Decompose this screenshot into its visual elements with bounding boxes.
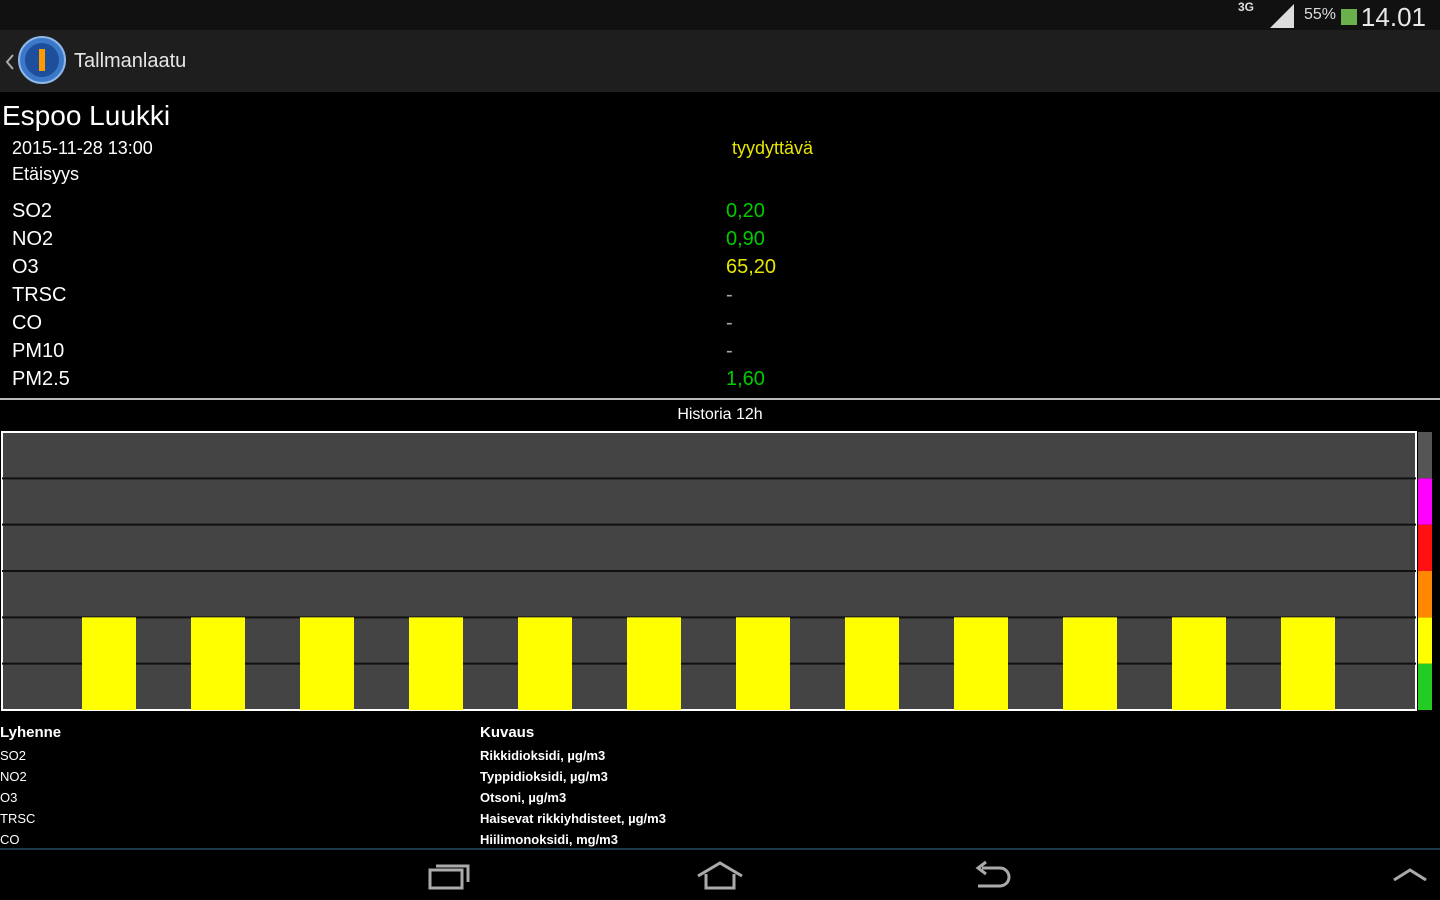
measurement-value: - bbox=[726, 312, 733, 334]
history-chart bbox=[1, 431, 1432, 711]
chart-bar bbox=[954, 617, 1008, 710]
chart-bar bbox=[736, 617, 790, 710]
chart-bar bbox=[1063, 617, 1117, 710]
legend-header-abbr: Lyhenne bbox=[0, 724, 62, 741]
legend-row: NO2 Typpidioksidi, µg/m3 bbox=[0, 769, 1440, 789]
legend-abbr: NO2 bbox=[0, 769, 27, 784]
chart-bar bbox=[845, 617, 899, 710]
measurement-value: 0,20 bbox=[726, 200, 765, 222]
scale-segment bbox=[1418, 524, 1432, 571]
measurement-row: PM2.5 1,60 bbox=[0, 368, 1440, 396]
legend-desc: Otsoni, µg/m3 bbox=[480, 790, 567, 805]
legend-abbr: O3 bbox=[0, 790, 18, 805]
info-icon[interactable] bbox=[18, 36, 66, 84]
chart-bar bbox=[1172, 617, 1226, 710]
up-chevron-icon[interactable] bbox=[4, 50, 16, 74]
measurement-row: NO2 0,90 bbox=[0, 228, 1440, 256]
chart-bar bbox=[300, 617, 354, 710]
measurement-label: SO2 bbox=[12, 200, 53, 222]
signal-icon bbox=[1270, 4, 1294, 28]
scale-segment bbox=[1418, 432, 1432, 479]
measurement-row: CO - bbox=[0, 312, 1440, 340]
measurement-row: TRSC - bbox=[0, 284, 1440, 312]
measurement-label: NO2 bbox=[12, 228, 54, 250]
measurement-value: 1,60 bbox=[726, 368, 765, 390]
measurement-label: CO bbox=[12, 312, 42, 334]
quality-label: tyydyttävä bbox=[732, 138, 814, 158]
measurement-value: - bbox=[726, 340, 733, 362]
history-title: Historia 12h bbox=[677, 406, 763, 423]
recent-apps-icon[interactable] bbox=[428, 860, 472, 892]
legend-row: SO2 Rikkidioksidi, µg/m3 bbox=[0, 748, 1440, 768]
nav-bar bbox=[0, 848, 1440, 900]
measurement-label: TRSC bbox=[12, 284, 67, 306]
legend-abbr: SO2 bbox=[0, 748, 27, 763]
distance-row: Etäisyys bbox=[0, 164, 1440, 192]
scale-segment bbox=[1418, 663, 1432, 710]
home-icon[interactable] bbox=[694, 860, 746, 892]
measurement-value: 65,20 bbox=[726, 256, 777, 278]
timestamp: 2015-11-28 13:00 bbox=[12, 138, 153, 158]
measurement-label: PM2.5 bbox=[12, 368, 70, 390]
legend-desc: Typpidioksidi, µg/m3 bbox=[480, 769, 608, 784]
app-title: Tallmanlaatu bbox=[74, 50, 187, 72]
legend-abbr: CO bbox=[0, 832, 20, 847]
legend-abbr: TRSC bbox=[0, 811, 36, 826]
legend-row: TRSC Haisevat rikkiyhdisteet, µg/m3 bbox=[0, 811, 1440, 831]
divider bbox=[0, 398, 1440, 400]
timestamp-row: 2015-11-28 13:00 tyydyttävä bbox=[0, 138, 1440, 166]
chart-bar bbox=[1281, 617, 1335, 710]
network-type: 3G bbox=[1237, 0, 1254, 14]
chart-bar bbox=[82, 617, 136, 710]
legend-desc: Rikkidioksidi, µg/m3 bbox=[480, 748, 606, 763]
scale-segment bbox=[1418, 617, 1432, 664]
status-bar: 3G 55% 14.01 bbox=[0, 0, 1440, 32]
chart-bar bbox=[518, 617, 572, 710]
measurement-label: PM10 bbox=[12, 340, 65, 362]
measurement-row: SO2 0,20 bbox=[0, 200, 1440, 228]
distance-label: Etäisyys bbox=[12, 164, 80, 184]
chart-bar bbox=[191, 617, 245, 710]
station-content: Espoo Luukki 2015-11-28 13:00 tyydyttävä… bbox=[0, 92, 1440, 848]
measurement-row: PM10 - bbox=[0, 340, 1440, 368]
legend-row: O3 Otsoni, µg/m3 bbox=[0, 790, 1440, 810]
chevron-up-icon[interactable] bbox=[1390, 864, 1430, 884]
battery-percent: 55% bbox=[1303, 6, 1336, 23]
scale-segment bbox=[1418, 478, 1432, 525]
scale-segment bbox=[1418, 571, 1432, 618]
measurement-label: O3 bbox=[12, 256, 39, 278]
legend-desc: Hiilimonoksidi, mg/m3 bbox=[480, 832, 618, 847]
measurement-value: 0,90 bbox=[726, 228, 765, 250]
measurement-row: O3 65,20 bbox=[0, 256, 1440, 284]
chart-bar bbox=[409, 617, 463, 710]
station-name: Espoo Luukki bbox=[2, 100, 171, 131]
back-icon[interactable] bbox=[970, 860, 1014, 892]
chart-bar bbox=[627, 617, 681, 710]
battery-icon bbox=[1341, 9, 1357, 25]
legend-header-desc: Kuvaus bbox=[480, 724, 535, 741]
measurement-value: - bbox=[726, 284, 733, 306]
clock: 14.01 bbox=[1360, 2, 1426, 32]
action-bar bbox=[0, 30, 1440, 92]
legend-desc: Haisevat rikkiyhdisteet, µg/m3 bbox=[480, 811, 666, 826]
